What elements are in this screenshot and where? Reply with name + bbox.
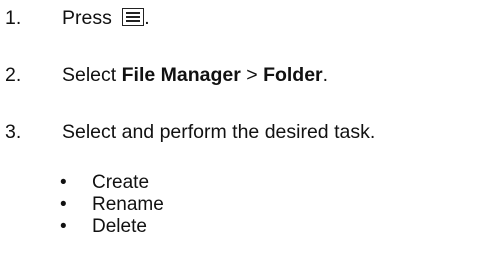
- step-text-before: Select: [62, 64, 122, 86]
- step-number: 3.: [5, 121, 22, 143]
- bullet: •: [60, 194, 67, 215]
- step-number: 1.: [5, 7, 22, 29]
- step-text: Select and perform the desired task.: [62, 121, 376, 143]
- step-text-before: Press: [62, 7, 118, 29]
- step-text-after: .: [322, 64, 329, 86]
- bullet: •: [60, 216, 67, 237]
- task-label: Create: [92, 172, 150, 193]
- bullet: •: [60, 172, 67, 193]
- step-text: Select File Manager > Folder.: [62, 63, 328, 87]
- step-text-after: .: [144, 7, 150, 29]
- step-text: Press .: [62, 6, 150, 30]
- file-manager-label: File Manager: [121, 64, 241, 86]
- task-label: Rename: [92, 194, 164, 215]
- task-label: Delete: [92, 216, 147, 237]
- step-number: 2.: [5, 64, 22, 86]
- folder-label: Folder: [263, 64, 323, 86]
- menu-list-icon: [122, 8, 145, 26]
- menu-separator: >: [240, 64, 264, 86]
